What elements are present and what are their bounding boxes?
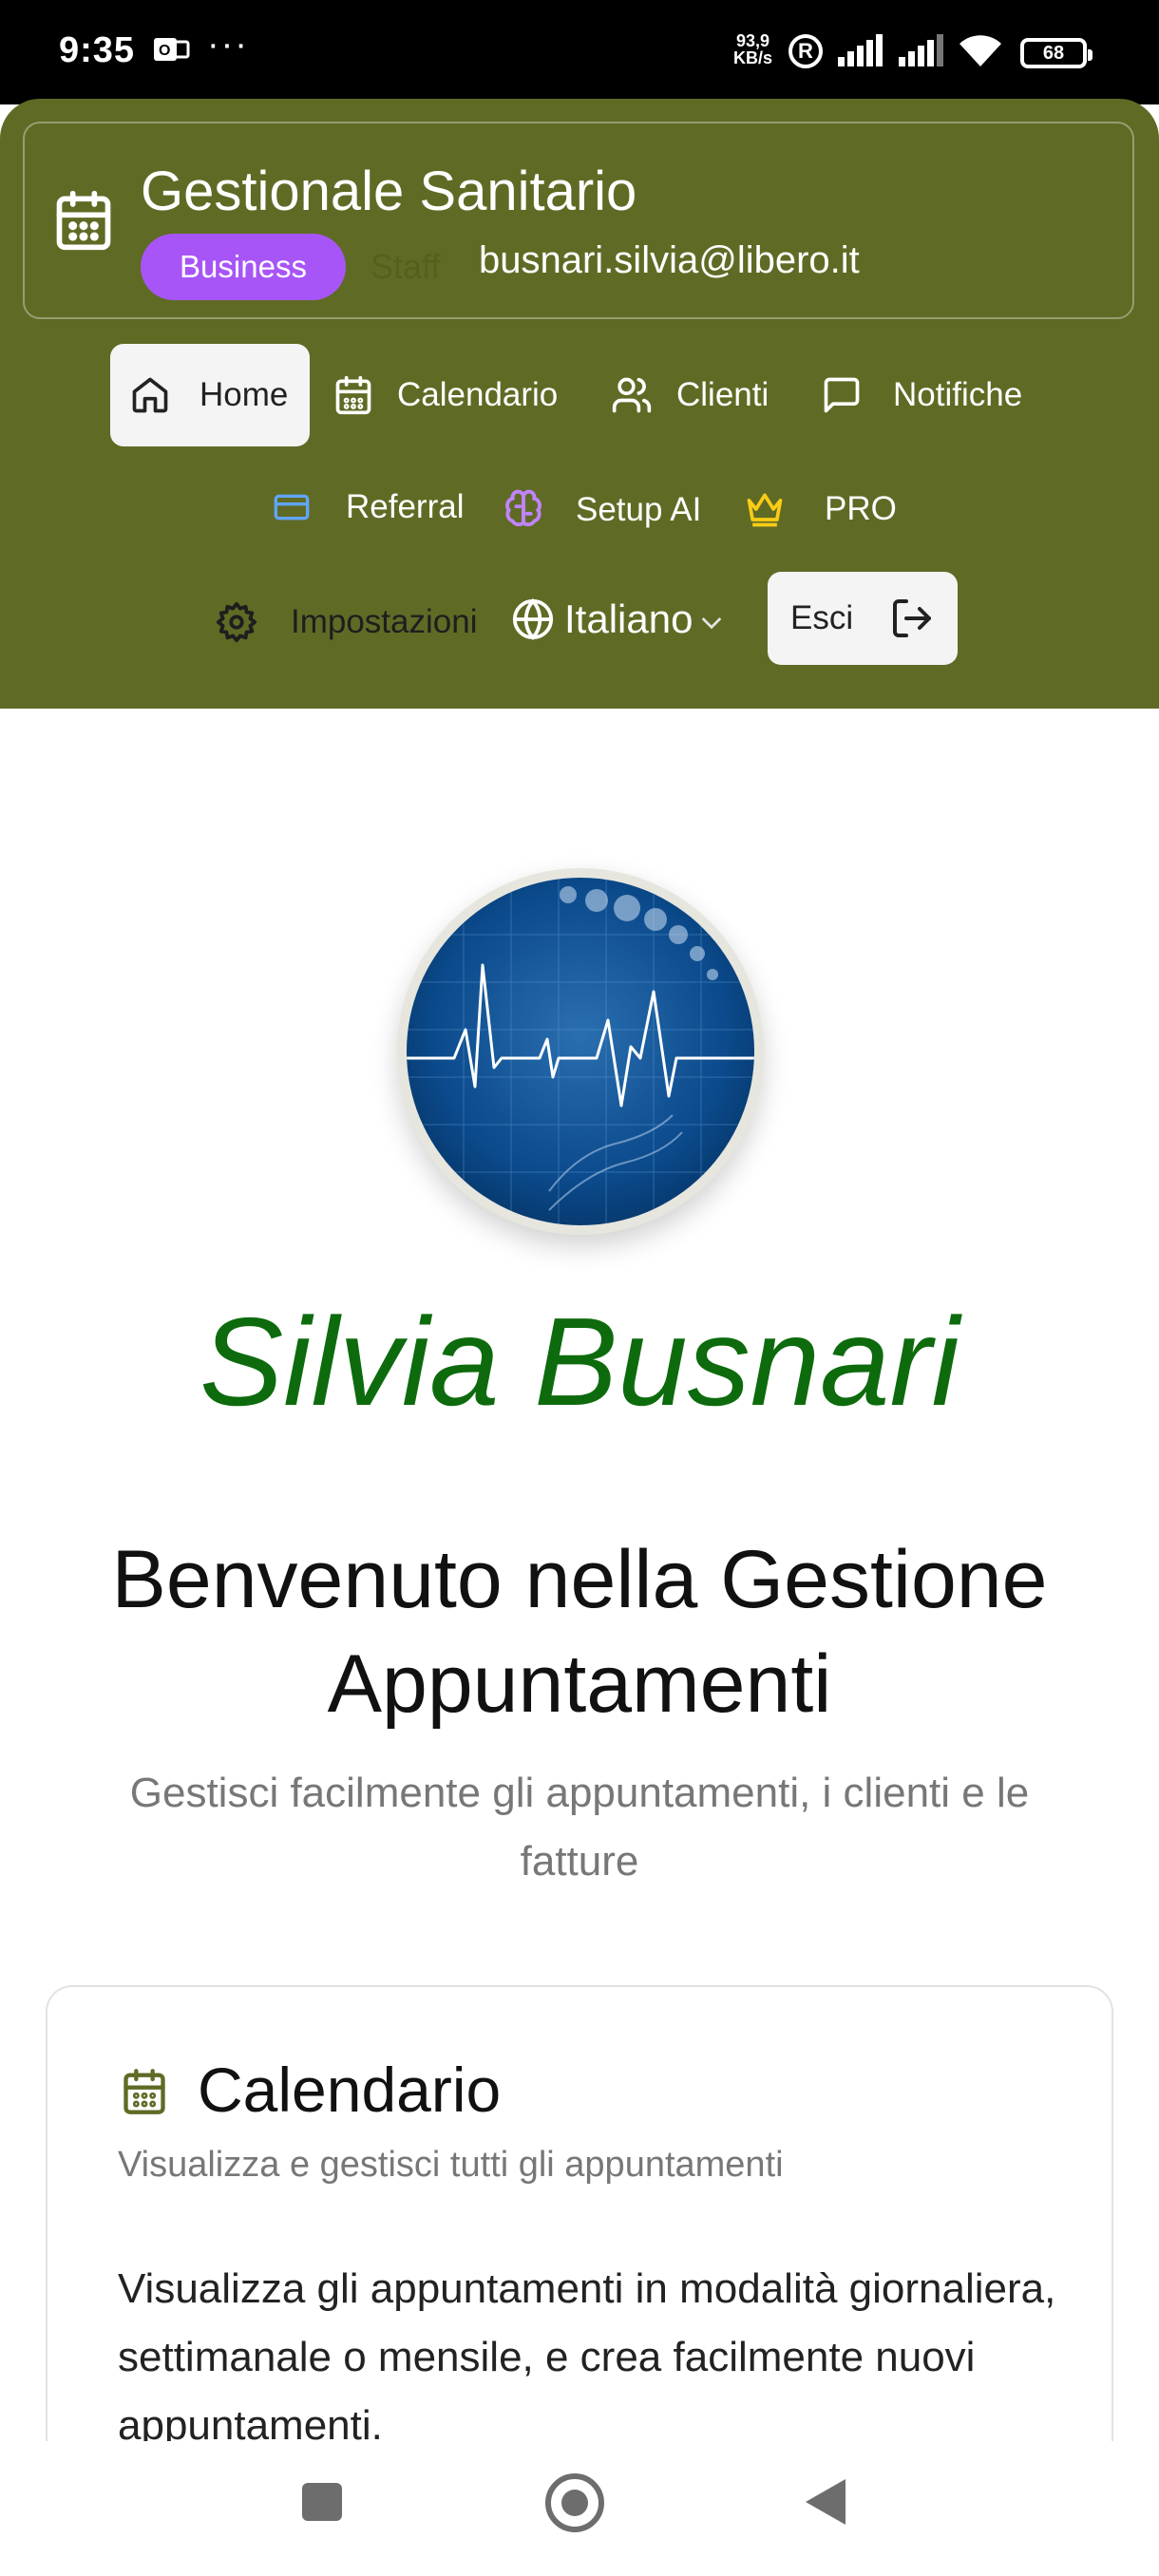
- home-system-button[interactable]: [545, 2473, 604, 2532]
- brand-box: Gestionale Sanitario Business Staff busn…: [23, 122, 1134, 319]
- signal-icon: [838, 34, 883, 66]
- welcome-title: Benvenuto nella Gestione Appuntamenti: [111, 1534, 1048, 1730]
- nav-home-label: Home: [200, 376, 289, 413]
- nav-notifications-label: Notifiche: [893, 376, 1023, 413]
- network-speed-unit: KB/s: [733, 48, 773, 67]
- nav-calendar[interactable]: Calendario: [332, 374, 558, 416]
- avatar: [397, 868, 764, 1235]
- system-navigation-bar: [0, 2441, 1159, 2576]
- status-bar: 9:35 O ··· 93,9 KB/s R 68: [0, 0, 1159, 104]
- nav-settings[interactable]: Impostazioni: [215, 600, 477, 644]
- battery-icon: 68: [1020, 38, 1092, 68]
- signal-icon-2: [899, 34, 943, 66]
- nav-pro[interactable]: PRO: [743, 488, 897, 530]
- nav-home[interactable]: Home: [110, 344, 310, 446]
- calendar-logo-icon: [56, 190, 111, 251]
- recents-button[interactable]: [302, 2483, 342, 2521]
- nav-clients[interactable]: Clienti: [610, 374, 769, 416]
- status-time: 9:35: [59, 30, 136, 70]
- network-speed-value: 93,9: [735, 31, 770, 50]
- home-icon: [132, 377, 168, 413]
- calendar-icon: [124, 2069, 165, 2114]
- logout-button[interactable]: Esci: [768, 572, 958, 665]
- globe-icon: [512, 597, 554, 641]
- brain-icon: [505, 489, 542, 527]
- nav-pro-label: PRO: [825, 490, 897, 527]
- nav-notifications[interactable]: Notifiche: [821, 374, 1022, 416]
- wifi-icon: [960, 35, 1001, 66]
- nav-referral[interactable]: Referral: [270, 488, 464, 526]
- app-title: Gestionale Sanitario: [141, 161, 637, 222]
- message-square-icon: [824, 377, 860, 413]
- card-title: Calendario: [198, 2055, 502, 2125]
- gear-icon: [216, 601, 257, 643]
- nav-calendar-label: Calendario: [397, 376, 559, 413]
- crown-icon: [747, 493, 783, 527]
- language-select[interactable]: Italiano: [511, 597, 727, 642]
- welcome-subtitle: Gestisci facilmente gli appuntamenti, i …: [129, 1770, 1030, 1885]
- calendar-icon: [335, 375, 371, 415]
- user-email: busnari.silvia@libero.it: [479, 239, 860, 281]
- nav-clients-label: Clienti: [676, 376, 770, 413]
- user-display-name: Silvia Busnari: [200, 1292, 960, 1431]
- message-icon: O: [154, 38, 190, 61]
- nav-settings-label: Impostazioni: [291, 603, 478, 640]
- credit-card-icon: [274, 494, 310, 521]
- nav-setup-ai[interactable]: Setup AI: [502, 488, 701, 532]
- logout-label: Esci: [790, 599, 854, 636]
- users-icon: [612, 377, 652, 413]
- nav-setup-ai-label: Setup AI: [576, 491, 702, 528]
- language-value: Italiano: [564, 597, 694, 641]
- card-subtitle: Visualizza e gestisci tutti gli appuntam…: [118, 2145, 784, 2185]
- role-label: Staff: [370, 247, 441, 286]
- heartbeat-avatar-image: [407, 878, 754, 1225]
- app-header: Gestionale Sanitario Business Staff busn…: [0, 99, 1159, 709]
- card-body: Visualizza gli appuntamenti in modalità …: [118, 2265, 1056, 2449]
- registered-icon: R: [788, 34, 823, 68]
- nav-referral-label: Referral: [346, 488, 465, 525]
- more-notifications-icon: ···: [207, 25, 249, 65]
- log-out-icon: [893, 599, 932, 637]
- calendar-card[interactable]: Calendario Visualizza e gestisci tutti g…: [46, 1985, 1113, 2479]
- back-button[interactable]: [806, 2479, 846, 2525]
- plan-badge: Business: [141, 234, 346, 300]
- chevron-down-icon: [702, 617, 722, 630]
- svg-text:O: O: [159, 43, 170, 59]
- network-speed: 93,9 KB/s: [733, 32, 772, 66]
